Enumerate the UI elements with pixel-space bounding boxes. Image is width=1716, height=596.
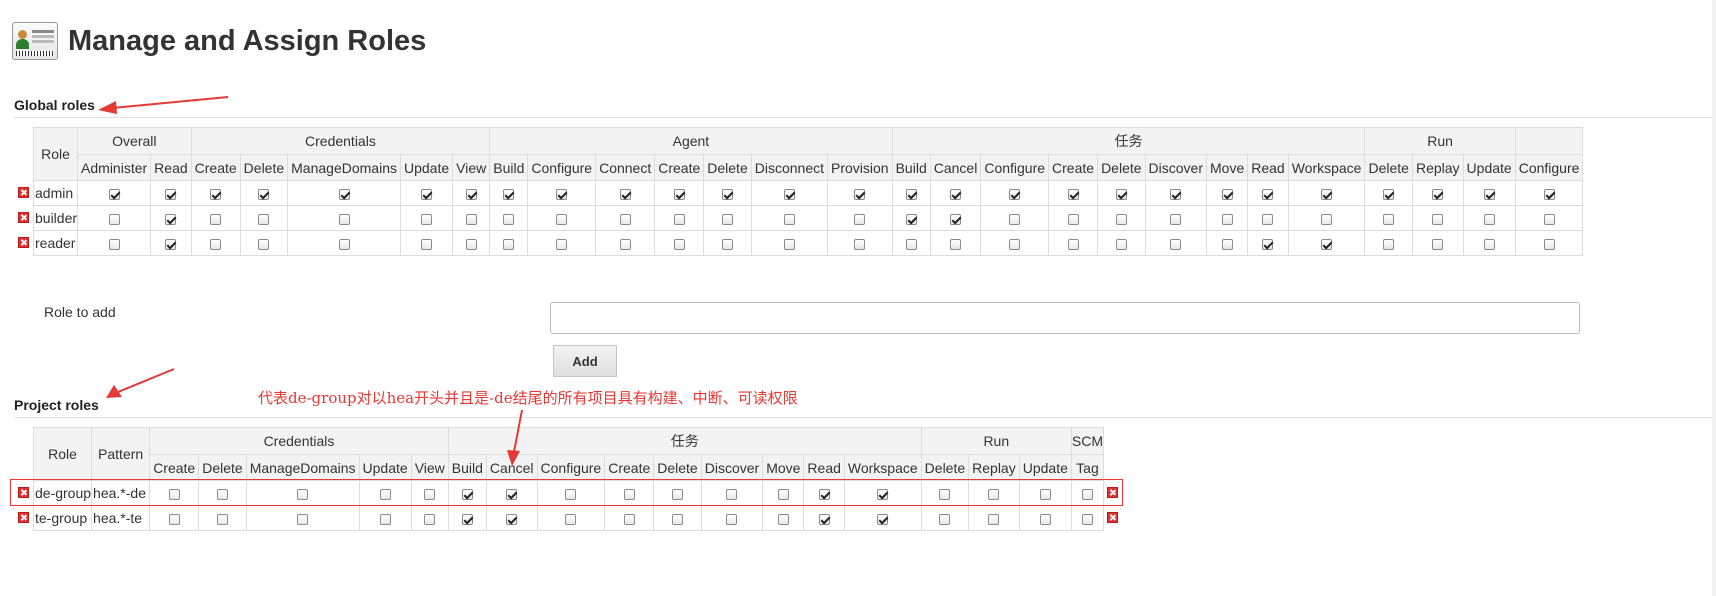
annotation-arrow: [513, 409, 523, 453]
delete-role-icon[interactable]: [18, 212, 29, 223]
annotation-arrow: [111, 96, 229, 109]
annotation-arrow: [117, 368, 175, 393]
delete-role-icon[interactable]: [18, 187, 29, 198]
delete-role-icon[interactable]: [1107, 487, 1118, 498]
annotation-arrows: [98, 96, 523, 466]
delete-role-icon[interactable]: [18, 512, 29, 523]
annotation-arrowhead: [507, 450, 520, 466]
window-edge: [1712, 0, 1716, 596]
delete-role-icon[interactable]: [18, 487, 29, 498]
delete-role-icon[interactable]: [1107, 512, 1118, 523]
annotation-arrowhead: [98, 101, 117, 114]
delete-role-icon[interactable]: [18, 237, 29, 248]
